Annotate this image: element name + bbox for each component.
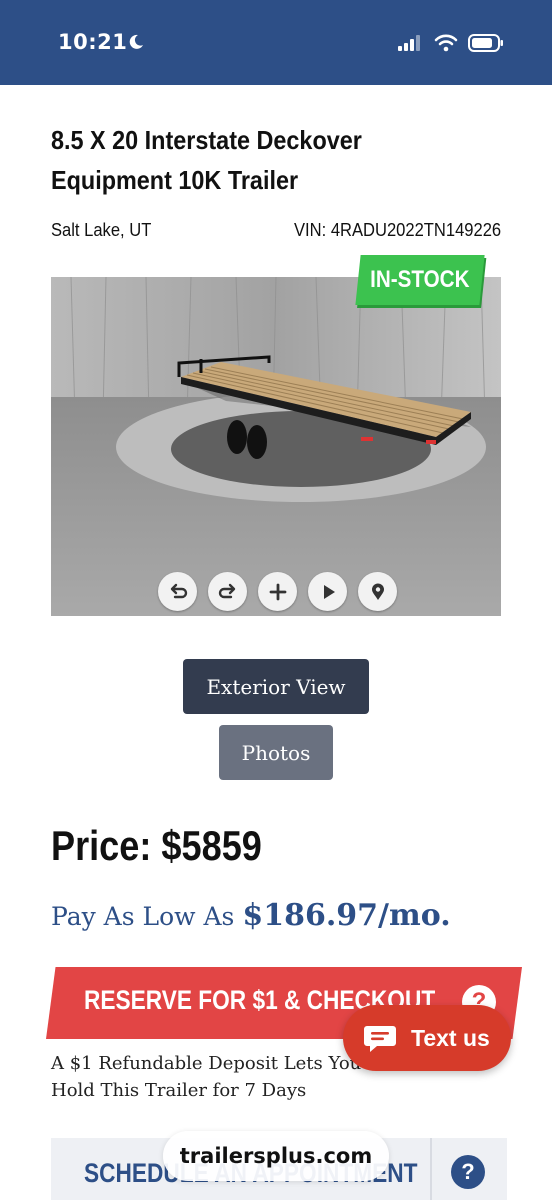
exterior-view-button[interactable]: Exterior View — [183, 659, 369, 714]
schedule-divider — [430, 1138, 432, 1200]
text-us-button[interactable]: Text us — [343, 1005, 511, 1071]
wifi-icon — [434, 34, 458, 52]
battery-icon — [468, 34, 503, 52]
status-time: 10:21 — [58, 30, 128, 54]
status-bar: 10:21 — [0, 0, 552, 85]
financing-prefix: Pay As Low As — [51, 902, 243, 931]
photos-button[interactable]: Photos — [219, 725, 333, 780]
zoom-plus-icon — [269, 583, 286, 600]
listing-title: 8.5 X 20 Interstate Deckover Equipment 1… — [51, 125, 362, 195]
status-icons — [398, 34, 504, 52]
location-pin-button[interactable] — [358, 572, 397, 611]
moon-icon — [129, 34, 143, 49]
listing-location: Salt Lake, UT — [51, 220, 152, 240]
listing-vin: VIN: 4RADU2022TN149226 — [293, 220, 501, 240]
play-button[interactable] — [308, 572, 347, 611]
in-stock-badge: IN-STOCK — [355, 255, 485, 305]
viewer-controls — [158, 572, 397, 611]
signal-icon — [398, 35, 420, 51]
play-icon — [323, 584, 335, 599]
financing-amount: $186.97/mo. — [242, 898, 451, 933]
text-us-label: Text us — [411, 1024, 490, 1051]
trailer-photo-viewer[interactable] — [51, 277, 501, 616]
schedule-help-icon[interactable]: ? — [451, 1155, 485, 1189]
trailer-photo — [51, 277, 501, 616]
chat-bubble-icon — [364, 1026, 396, 1052]
rotate-left-icon — [170, 583, 187, 598]
zoom-in-button[interactable] — [258, 572, 297, 611]
price: Price: $5859 — [51, 822, 262, 869]
location-pin-icon — [371, 583, 384, 600]
deposit-note: A $1 Refundable Deposit Lets You Hold Th… — [51, 1053, 362, 1101]
browser-url-bar[interactable]: trailersplus.com — [163, 1131, 389, 1181]
rotate-left-button[interactable] — [158, 572, 197, 611]
rotate-right-icon — [218, 583, 235, 598]
financing-line: Pay As Low As $186.97/mo. — [51, 898, 451, 933]
rotate-right-button[interactable] — [208, 572, 247, 611]
